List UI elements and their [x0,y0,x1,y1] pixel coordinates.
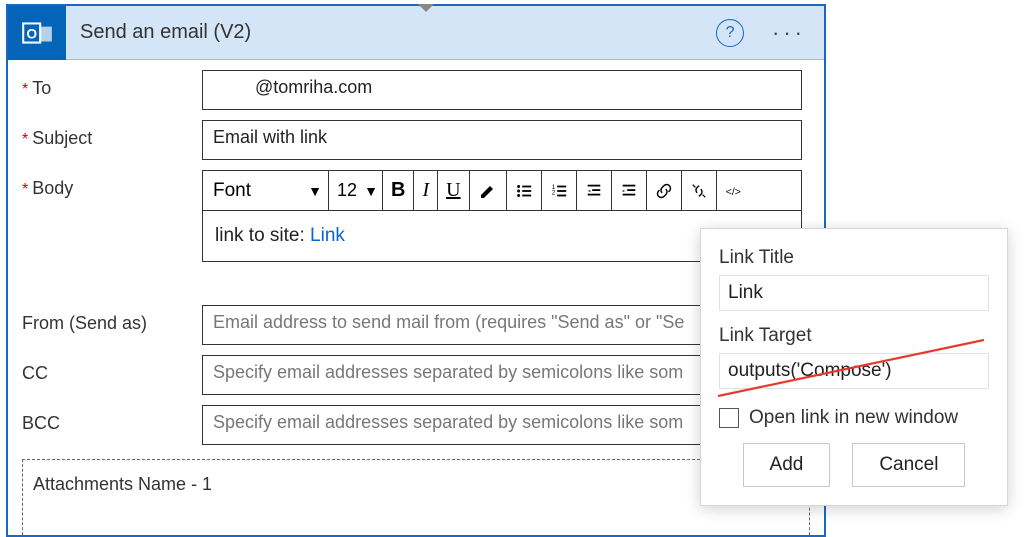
attachments-section: Attachments Name - 1 [22,459,810,535]
collapse-indicator-icon [418,4,434,12]
indent-icon[interactable] [612,171,647,210]
from-label: From (Send as) [22,305,202,334]
link-icon[interactable] [647,171,682,210]
link-title-label: Link Title [719,247,989,269]
italic-button[interactable]: I [414,171,438,210]
add-button[interactable]: Add [743,443,831,487]
card-title: Send an email (V2) [66,21,716,44]
body-label: Body [22,170,202,199]
checkbox-label: Open link in new window [749,407,958,429]
subject-input[interactable]: Email with link [202,120,802,160]
cancel-button[interactable]: Cancel [852,443,965,487]
svg-text:2: 2 [551,189,555,196]
body-text: link to site: [215,225,310,246]
help-icon[interactable]: ? [716,19,744,47]
highlight-icon[interactable] [470,171,507,210]
font-select[interactable]: Font▼ [203,171,329,210]
cc-label: CC [22,355,202,384]
underline-button[interactable]: U [438,171,469,210]
to-label: To [22,70,202,99]
open-new-window-checkbox[interactable]: Open link in new window [719,407,989,429]
editor-toolbar: Font▼ 12▼ B I U 12 </> [203,171,801,211]
checkbox-icon [719,408,739,428]
bcc-label: BCC [22,405,202,434]
svg-text:</>: </> [725,185,740,197]
body-link[interactable]: Link [310,225,345,246]
card-header: O Send an email (V2) ? ··· [8,6,824,60]
numbered-list-icon[interactable]: 12 [542,171,577,210]
attachments-label: Attachments Name - 1 [33,474,212,494]
link-popover: Link Title Link Target Open link in new … [700,228,1008,506]
bulleted-list-icon[interactable] [507,171,542,210]
link-title-input[interactable] [719,275,989,311]
font-size-select[interactable]: 12▼ [329,171,383,210]
svg-text:O: O [26,25,37,41]
link-target-label: Link Target [719,325,989,347]
code-view-icon[interactable]: </> [717,171,751,210]
link-target-input[interactable] [719,353,989,389]
outlook-icon: O [8,6,66,60]
subject-label: Subject [22,120,202,149]
to-input[interactable]: @tomriha.com [202,70,802,110]
bold-button[interactable]: B [383,171,414,210]
outdent-icon[interactable] [577,171,612,210]
more-menu-button[interactable]: ··· [762,16,824,50]
unlink-icon[interactable] [682,171,717,210]
